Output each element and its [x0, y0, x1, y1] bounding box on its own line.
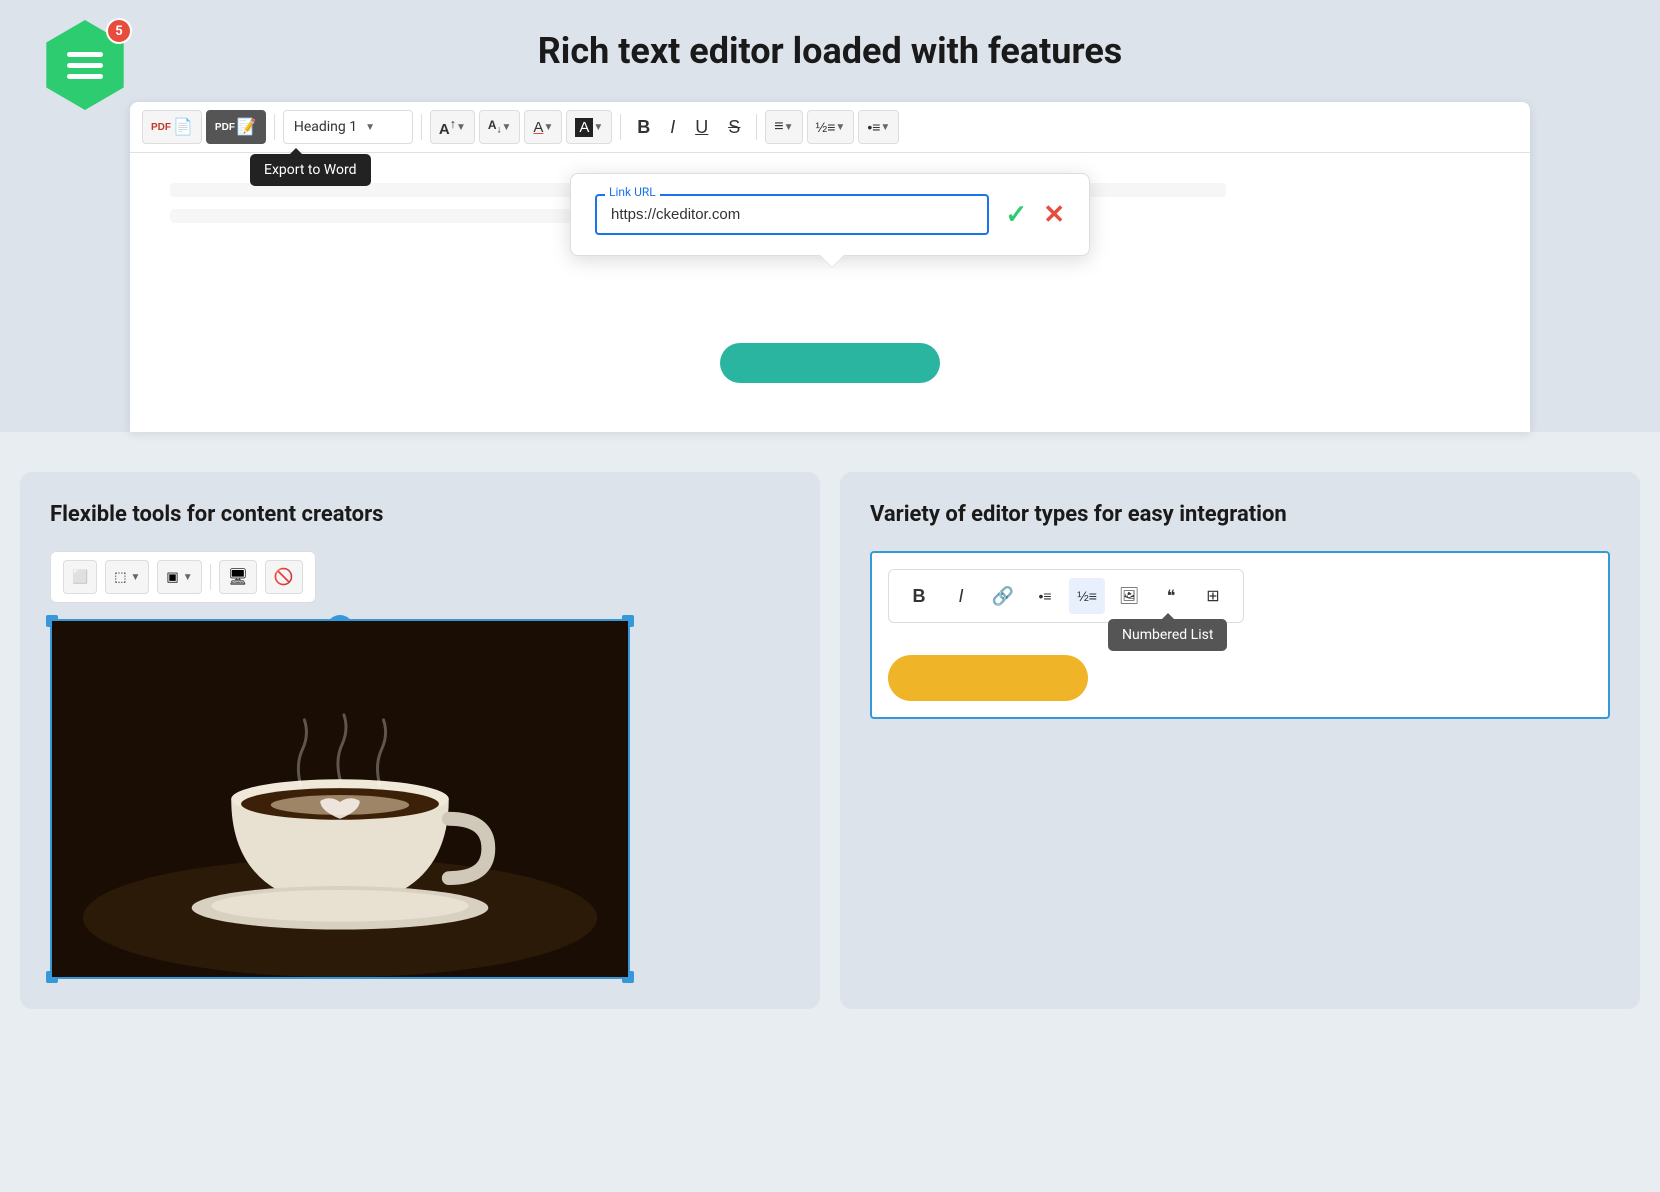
heading-chevron-icon: ▼: [365, 122, 375, 133]
right-link-button[interactable]: 🔗: [985, 578, 1021, 614]
font-size-small-chevron-icon: ▼: [502, 122, 512, 133]
editor-body: Link URL ✓ ✕: [130, 153, 1530, 413]
right-bold-button[interactable]: B: [901, 578, 937, 614]
right-numbered-list-button[interactable]: ½≡: [1069, 578, 1105, 614]
right-panel: Variety of editor types for easy integra…: [840, 472, 1640, 1009]
tooltip-arrow: [1162, 613, 1174, 619]
link-url-input[interactable]: [595, 194, 989, 235]
bullet-list-toolbar-button[interactable]: •≡ ▼: [858, 110, 899, 144]
alignment-button[interactable]: ≡ ▼: [765, 110, 802, 144]
link-cancel-button[interactable]: ✕: [1043, 199, 1065, 230]
image-side-chevron-icon: ▼: [130, 572, 140, 583]
right-italic-button[interactable]: I: [943, 578, 979, 614]
heading-select[interactable]: Heading 1 ▼: [283, 110, 413, 144]
export-word-button[interactable]: PDF 📝: [206, 110, 266, 144]
divider-3: [620, 114, 621, 140]
link-field-wrapper: Link URL: [595, 194, 989, 235]
right-image-button[interactable]: 🖼: [1111, 578, 1147, 614]
link-confirm-button[interactable]: ✓: [1005, 199, 1027, 230]
export-pdf-button[interactable]: PDF 📄: [142, 110, 202, 144]
font-color-chevron-icon: ▼: [543, 122, 553, 133]
font-color-button[interactable]: A ▼: [524, 110, 562, 144]
numbered-list-tooltip: Numbered List: [1108, 619, 1227, 651]
font-size-increase-button[interactable]: A↑ ▼: [430, 110, 475, 144]
right-editor-wrapper: B I 🔗 •≡ ½≡ 🖼 ❝ ⊞: [870, 551, 1610, 719]
right-table-button[interactable]: ⊞: [1195, 578, 1231, 614]
yellow-pill: [888, 655, 1088, 701]
right-quote-button[interactable]: ❝: [1153, 578, 1189, 614]
image-full-chevron-icon: ▼: [183, 572, 193, 583]
align-chevron-icon: ▼: [784, 122, 794, 133]
bold-button[interactable]: B: [629, 110, 658, 144]
app-logo[interactable]: 5: [40, 20, 130, 110]
numbered-list-chevron-icon: ▼: [835, 122, 845, 133]
editor-container: PDF 📄 PDF 📝 Heading 1 ▼ A↑ ▼ A↓: [130, 102, 1530, 432]
highlight-chevron-icon: ▼: [593, 122, 603, 133]
img-divider-1: [210, 564, 211, 590]
font-size-chevron-icon: ▼: [456, 122, 466, 133]
numbered-list-toolbar-button[interactable]: ½≡ ▼: [807, 110, 855, 144]
right-bullet-button[interactable]: •≡: [1027, 578, 1063, 614]
italic-button[interactable]: I: [662, 110, 683, 144]
underline-button[interactable]: U: [687, 110, 716, 144]
image-breakout-button[interactable]: 🖥: [219, 560, 257, 594]
image-inline-button[interactable]: ⬜: [63, 560, 97, 594]
divider-1: [274, 114, 275, 140]
export-word-tooltip: Export to Word: [250, 154, 371, 186]
image-hide-button[interactable]: 🚫: [265, 560, 303, 594]
right-editor-toolbar: B I 🔗 •≡ ½≡ 🖼 ❝ ⊞: [888, 569, 1244, 623]
page-title: Rich text editor loaded with features: [538, 30, 1123, 72]
right-panel-title: Variety of editor types for easy integra…: [870, 502, 1610, 527]
divider-4: [756, 114, 757, 140]
strikethrough-button[interactable]: S: [720, 110, 748, 144]
image-side-button[interactable]: ⬚ ▼: [105, 560, 149, 594]
link-popup: Link URL ✓ ✕: [570, 173, 1090, 256]
image-full-button[interactable]: ▣ ▼: [157, 560, 201, 594]
notification-badge: 5: [106, 18, 132, 44]
left-panel: Flexible tools for content creators ⬜ ⬚ …: [20, 472, 820, 1009]
divider-2: [421, 114, 422, 140]
bullet-list-chevron-icon: ▼: [880, 122, 890, 133]
teal-pill: [720, 343, 940, 383]
image-toolbar: ⬜ ⬚ ▼ ▣ ▼ 🖥 🚫: [50, 551, 316, 603]
coffee-image-container: ↩: [50, 619, 630, 979]
font-size-decrease-button[interactable]: A↓ ▼: [479, 110, 521, 144]
link-field-label: Link URL: [605, 185, 660, 199]
highlight-button[interactable]: A ▼: [566, 110, 612, 144]
editor-toolbar: PDF 📄 PDF 📝 Heading 1 ▼ A↑ ▼ A↓: [130, 102, 1530, 153]
left-panel-title: Flexible tools for content creators: [50, 502, 790, 527]
coffee-photo: [52, 621, 628, 977]
